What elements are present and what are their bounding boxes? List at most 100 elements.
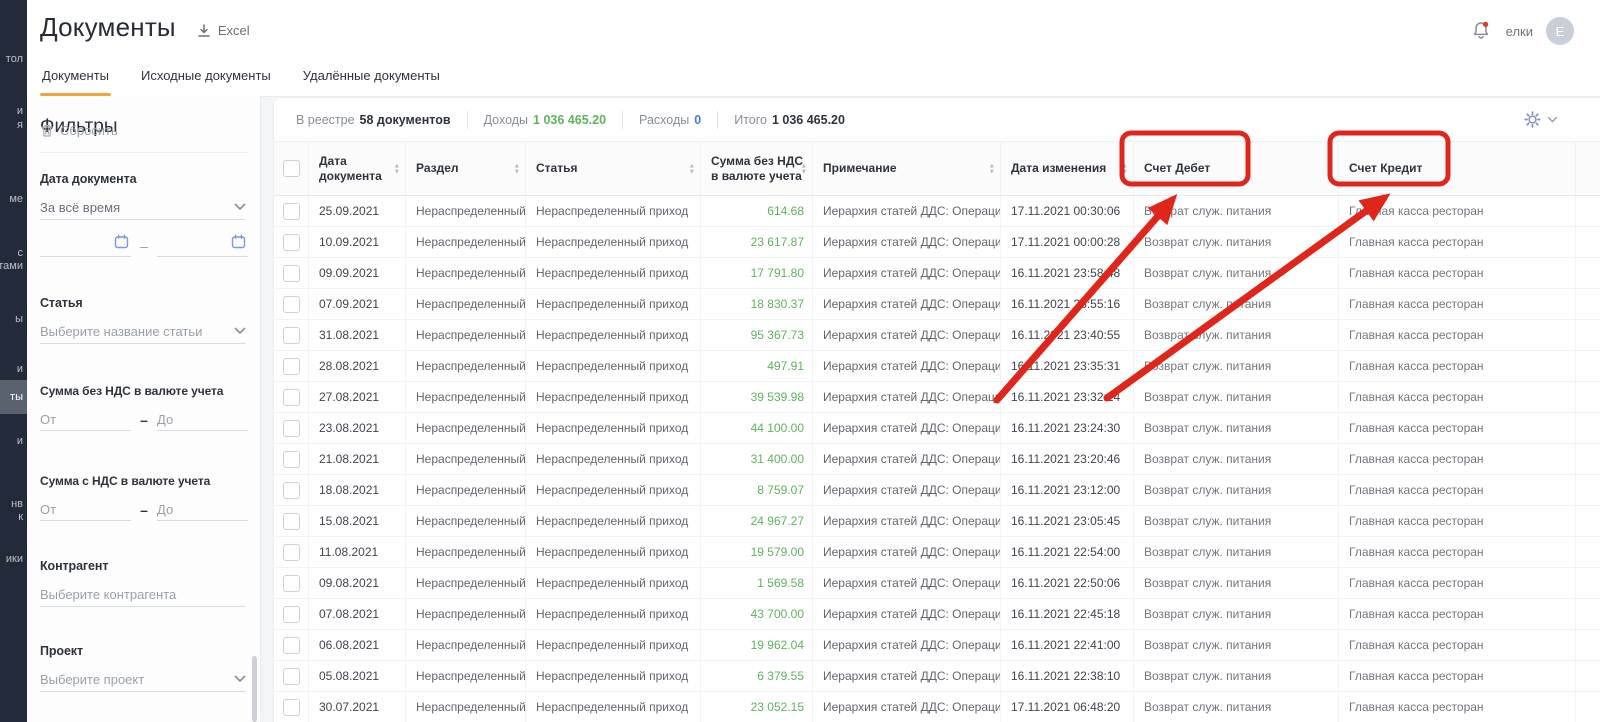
table-row[interactable]: 07.09.2021 Нераспределенный г Нераспреде…: [274, 289, 1600, 320]
cell-credit-account: Главная касса ресторан: [1339, 227, 1576, 257]
cell-debit-account: Возврат служ. питания: [1134, 444, 1339, 474]
row-checkbox[interactable]: [283, 668, 300, 685]
sidebar-item-fragment[interactable]: ме: [0, 192, 27, 206]
row-checkbox[interactable]: [283, 327, 300, 344]
header-cell-debit-account[interactable]: Счет Дебет ▲▼: [1134, 142, 1339, 195]
export-excel-label: Excel: [218, 23, 250, 38]
row-checkbox[interactable]: [283, 482, 300, 499]
sum-no-vat-from-input[interactable]: От: [40, 408, 131, 431]
sidebar-item-fragment[interactable]: ики: [0, 552, 27, 566]
table-row[interactable]: 11.08.2021 Нераспределенный г Нераспреде…: [274, 537, 1600, 568]
sort-icon[interactable]: ▲▼: [514, 163, 520, 174]
sidebar-item-fragment[interactable]: и: [0, 362, 27, 376]
calendar-icon[interactable]: [114, 234, 129, 249]
cell-credit-account: Главная касса ресторан: [1339, 630, 1576, 660]
row-checkbox[interactable]: [283, 389, 300, 406]
reset-filters-button[interactable]: Сбросить: [40, 123, 118, 138]
avatar[interactable]: Е: [1546, 17, 1574, 45]
notification-bell-icon[interactable]: [1469, 19, 1493, 43]
header-cell-section[interactable]: Раздел ▲▼: [406, 142, 526, 195]
article-select[interactable]: Выберите название статьи: [40, 319, 246, 344]
sum-no-vat-to-input[interactable]: До: [157, 408, 248, 431]
sidebar-item-fragment[interactable]: ты: [0, 380, 27, 414]
table-settings-gear-icon[interactable]: [1524, 111, 1541, 128]
table-row[interactable]: 18.08.2021 Нераспределенный г Нераспреде…: [274, 475, 1600, 506]
date-to-input[interactable]: [157, 234, 248, 257]
sidebar-item-fragment[interactable]: я: [0, 118, 27, 132]
download-icon: [196, 23, 212, 39]
sidebar-item-fragment[interactable]: и: [0, 434, 27, 448]
cell-debit-account: Возврат служ. питания: [1134, 320, 1339, 350]
sort-icon[interactable]: ▲▼: [394, 163, 400, 174]
row-checkbox[interactable]: [283, 420, 300, 437]
table-row[interactable]: 30.07.2021 Нераспределенный г Нераспреде…: [274, 692, 1600, 722]
sidebar-item-fragment[interactable]: и: [0, 104, 27, 118]
sort-icon[interactable]: ▲▼: [1122, 163, 1128, 174]
cell-credit-account: Главная касса ресторан: [1339, 444, 1576, 474]
sum-vat-to-input[interactable]: До: [157, 498, 248, 521]
project-select[interactable]: Выберите проект: [40, 667, 246, 692]
sort-icon[interactable]: ▲▼: [1327, 163, 1333, 174]
table-row[interactable]: 25.09.2021 Нераспределенный г Нераспреде…: [274, 196, 1600, 227]
export-excel-button[interactable]: Excel: [196, 23, 250, 39]
table-row[interactable]: 06.08.2021 Нераспределенный г Нераспреде…: [274, 630, 1600, 661]
contractor-input[interactable]: Выберите контрагента: [40, 582, 246, 607]
cell-extra: [1576, 661, 1600, 691]
filter-scrollbar[interactable]: [252, 656, 257, 722]
row-checkbox[interactable]: [283, 699, 300, 716]
row-checkbox[interactable]: [283, 513, 300, 530]
table-row[interactable]: 27.08.2021 Нераспределенный г Нераспреде…: [274, 382, 1600, 413]
sort-icon[interactable]: ▲▼: [689, 163, 695, 174]
table-row[interactable]: 05.08.2021 Нераспределенный г Нераспреде…: [274, 661, 1600, 692]
table-row[interactable]: 15.08.2021 Нераспределенный г Нераспреде…: [274, 506, 1600, 537]
sort-icon[interactable]: ▲▼: [801, 163, 807, 174]
select-all-checkbox[interactable]: [283, 160, 300, 177]
tab-source-documents[interactable]: Исходные документы: [139, 68, 273, 96]
row-checkbox[interactable]: [283, 451, 300, 468]
table-row[interactable]: 28.08.2021 Нераспределенный г Нераспреде…: [274, 351, 1600, 382]
row-checkbox[interactable]: [283, 265, 300, 282]
cell-checkbox: [274, 382, 309, 412]
row-checkbox[interactable]: [283, 637, 300, 654]
cell-debit-account: Возврат служ. питания: [1134, 568, 1339, 598]
row-checkbox[interactable]: [283, 358, 300, 375]
date-preset-select[interactable]: За всё время: [40, 195, 246, 220]
sidebar-item-fragment[interactable]: тол: [0, 52, 27, 66]
user-name: елки: [1506, 24, 1533, 39]
table-row[interactable]: 23.08.2021 Нераспределенный г Нераспреде…: [274, 413, 1600, 444]
table-row[interactable]: 09.08.2021 Нераспределенный г Нераспреде…: [274, 568, 1600, 599]
sidebar-item-fragment[interactable]: нв: [0, 497, 27, 511]
sidebar-nav[interactable]: толияместамиыитыинвкики: [0, 0, 27, 722]
table-row[interactable]: 31.08.2021 Нераспределенный г Нераспреде…: [274, 320, 1600, 351]
column-label: Статья: [536, 161, 577, 176]
sidebar-item-fragment[interactable]: ы: [0, 312, 27, 326]
sum-vat-from-input[interactable]: От: [40, 498, 131, 521]
row-checkbox[interactable]: [283, 296, 300, 313]
header-cell-document-date[interactable]: Дата документа ▲▼: [309, 142, 406, 195]
header-cell-modified-date[interactable]: Дата изменения ▲▼: [1001, 142, 1134, 195]
row-checkbox[interactable]: [283, 234, 300, 251]
row-checkbox[interactable]: [283, 606, 300, 623]
table-settings-chevron-icon[interactable]: [1547, 116, 1558, 123]
sort-icon[interactable]: ▲▼: [989, 163, 995, 174]
header-cell-article[interactable]: Статья ▲▼: [526, 142, 701, 195]
row-checkbox[interactable]: [283, 544, 300, 561]
header-cell-note[interactable]: Примечание ▲▼: [813, 142, 1001, 195]
date-from-input[interactable]: [40, 234, 131, 257]
table-row[interactable]: 21.08.2021 Нераспределенный г Нераспреде…: [274, 444, 1600, 475]
sidebar-item-fragment[interactable]: к: [0, 510, 27, 524]
sidebar-item-fragment[interactable]: с: [0, 246, 27, 260]
user-menu[interactable]: елки Е: [1469, 16, 1574, 46]
tab-documents[interactable]: Документы: [40, 68, 111, 96]
cell-credit-account: Главная касса ресторан: [1339, 196, 1576, 226]
sidebar-item-fragment[interactable]: тами: [0, 259, 27, 273]
table-row[interactable]: 10.09.2021 Нераспределенный г Нераспреде…: [274, 227, 1600, 258]
calendar-icon[interactable]: [231, 234, 246, 249]
header-cell-sum[interactable]: Сумма без НДС в валюте учета ▲▼: [701, 142, 813, 195]
header-cell-credit-account[interactable]: Счет Кредит: [1339, 142, 1576, 195]
table-row[interactable]: 07.08.2021 Нераспределенный г Нераспреде…: [274, 599, 1600, 630]
tab-deleted-documents[interactable]: Удалённые документы: [301, 68, 442, 96]
row-checkbox[interactable]: [283, 203, 300, 220]
row-checkbox[interactable]: [283, 575, 300, 592]
table-row[interactable]: 09.09.2021 Нераспределенный г Нераспреде…: [274, 258, 1600, 289]
